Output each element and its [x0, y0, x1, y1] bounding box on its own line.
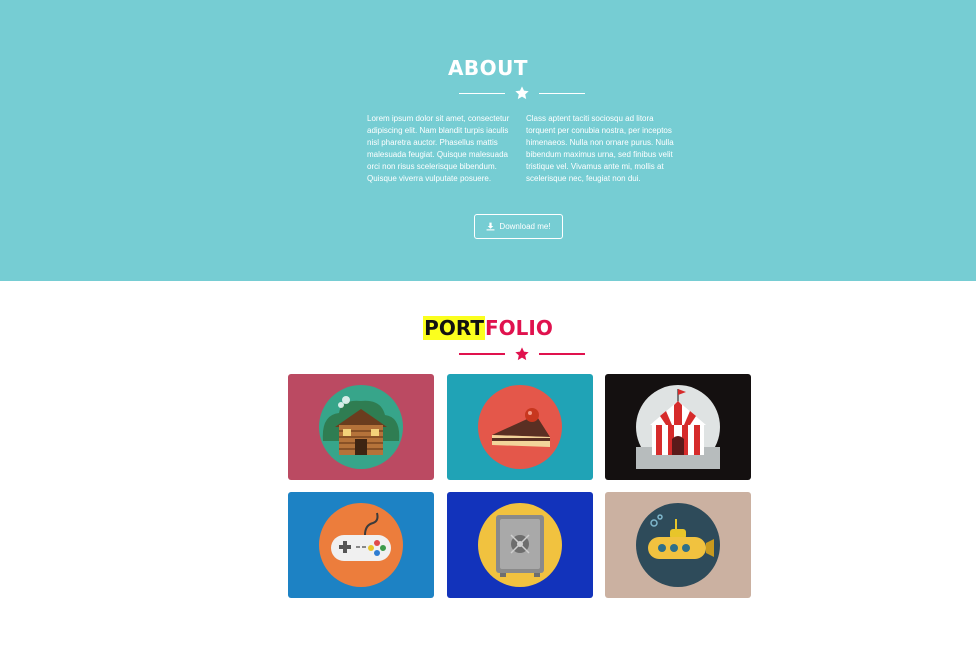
star-icon [515, 347, 529, 361]
about-title: ABOUT [447, 56, 529, 80]
portfolio-title: PORTFOLIO [0, 316, 976, 340]
safe-icon [478, 503, 562, 587]
about-text-right: Class aptent taciti sociosqu ad litora t… [526, 114, 674, 183]
download-button[interactable]: Download me! [474, 214, 563, 239]
divider-line-left [459, 92, 505, 94]
portfolio-item-safe[interactable] [447, 492, 593, 598]
portfolio-title-highlight: PORT [423, 316, 485, 340]
download-button-label: Download me! [499, 222, 551, 231]
portfolio-item-submarine[interactable] [605, 492, 751, 598]
submarine-icon [636, 503, 720, 587]
portfolio-divider [459, 346, 585, 362]
cabin-icon [319, 385, 403, 469]
divider-line-right [539, 353, 585, 355]
circus-tent-icon [636, 385, 720, 469]
portfolio-item-cake[interactable] [447, 374, 593, 480]
portfolio-item-circus-tent[interactable] [605, 374, 751, 480]
about-section: ABOUT Lorem ipsum dolor sit amet, consec… [0, 0, 976, 281]
about-text-left: Lorem ipsum dolor sit amet, consectetur … [367, 114, 510, 183]
star-icon [515, 86, 529, 100]
cake-icon [478, 385, 562, 469]
download-icon [486, 222, 495, 231]
divider-line-right [539, 92, 585, 94]
portfolio-title-rest: FOLIO [484, 316, 553, 340]
about-divider [459, 85, 585, 101]
portfolio-item-cabin[interactable] [288, 374, 434, 480]
gamepad-icon [319, 503, 403, 587]
divider-line-left [459, 353, 505, 355]
portfolio-item-gamepad[interactable] [288, 492, 434, 598]
